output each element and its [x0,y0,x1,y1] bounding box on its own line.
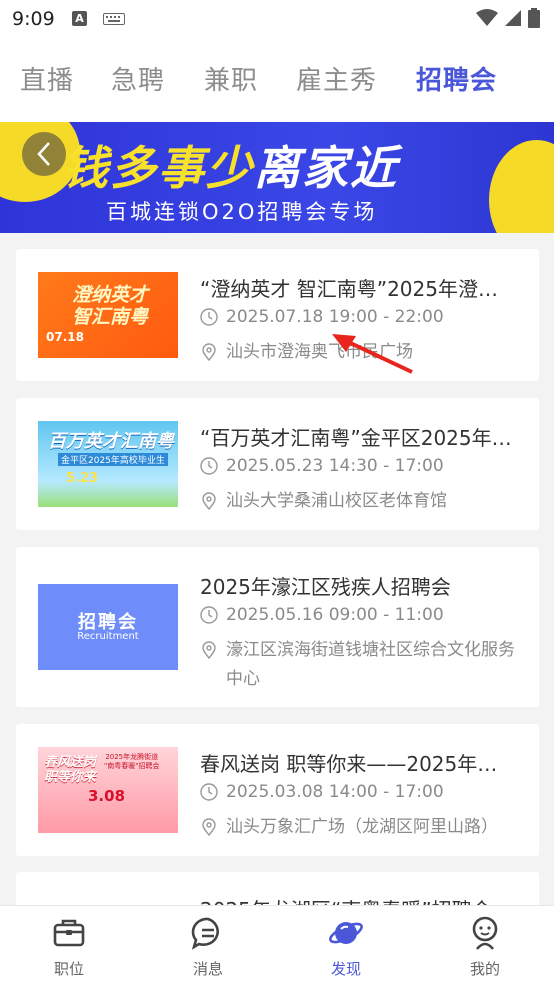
event-card[interactable]: 澄纳英才 智汇南粤 07.18 “澄纳英才 智汇南粤”2025年澄海区… 202… [16,249,539,381]
event-list: 澄纳英才 智汇南粤 07.18 “澄纳英才 智汇南粤”2025年澄海区… 202… [16,249,539,873]
back-button[interactable] [22,132,66,176]
status-time: 9:09 [12,8,55,30]
event-location: 汕头大学桑浦山校区老体育馆 [200,487,530,516]
nav-label: 消息 [192,960,223,978]
event-location: 濠江区滨海街道钱塘社区综合文化服务中心 [200,636,530,694]
nav-jobs[interactable]: 职位 [0,906,138,985]
tab-employer-show[interactable]: 雇主秀 [296,60,377,97]
tab-urgent[interactable]: 急聘 [111,60,165,97]
event-time: 2025.07.18 19:00 - 22:00 [200,307,444,327]
accessibility-a-icon: A [72,11,87,26]
keyboard-icon [103,13,125,25]
event-thumbnail: 春风送岗 职等你来 2025年龙腾街道 "南粤春暖"招聘会 3.08 [38,747,178,833]
wifi-icon [476,9,498,26]
briefcase-icon [53,919,85,947]
event-time: 2025.05.16 09:00 - 11:00 [200,605,444,625]
battery-icon [528,8,540,28]
event-time: 2025.03.08 14:00 - 17:00 [200,782,444,802]
banner-headline: 钱多事少离家近 [62,141,398,195]
event-title: “澄纳英才 智汇南粤”2025年澄海区… [200,277,516,301]
event-thumbnail: 招聘会 Recruitment [38,584,178,670]
signal-icon [505,10,521,26]
event-card[interactable]: 百万英才汇南粤 金平区2025年高校毕业生 5.23 “百万英才汇南粤”金平区2… [16,398,539,530]
event-thumbnail: 澄纳英才 智汇南粤 07.18 [38,272,178,358]
clock-icon [200,308,218,326]
banner-decoration [489,140,554,233]
event-location: 汕头市澄海奥飞市民广场 [200,338,530,367]
location-pin-icon [202,343,216,361]
status-bar: 9:09 A [0,0,554,38]
nav-profile[interactable]: 我的 [416,906,554,985]
event-time: 2025.05.23 14:30 - 17:00 [200,456,444,476]
clock-icon [200,783,218,801]
profile-icon [472,916,498,950]
event-title: “百万英才汇南粤”金平区2025年… [200,426,512,450]
event-location: 汕头万象汇广场（龙湖区阿里山路） [200,813,530,842]
nav-label: 职位 [53,960,84,978]
nav-discover[interactable]: 发现 [277,906,415,985]
nav-messages[interactable]: 消息 [139,906,277,985]
bottom-navigation: 职位 消息 发现 我的 [0,905,554,985]
event-card[interactable]: 招聘会 Recruitment 2025年濠江区残疾人招聘会 2025.05.1… [16,547,539,707]
clock-icon [200,457,218,475]
tab-live[interactable]: 直播 [20,60,74,97]
location-pin-icon [202,818,216,836]
planet-icon [329,922,363,944]
location-pin-icon [202,492,216,510]
category-tabs: 直播 急聘 兼职 雇主秀 招聘会 [0,38,554,122]
nav-label: 发现 [330,960,361,978]
nav-label: 我的 [469,960,500,978]
clock-icon [200,606,218,624]
event-card[interactable]: 春风送岗 职等你来 2025年龙腾街道 "南粤春暖"招聘会 3.08 春风送岗 … [16,724,539,856]
event-title: 春风送岗 职等你来——2025年… [200,752,498,776]
chevron-left-icon [37,142,50,166]
tab-job-fair[interactable]: 招聘会 [416,60,497,97]
message-icon [191,917,219,950]
location-pin-icon [202,641,216,659]
event-title: 2025年濠江区残疾人招聘会 [200,575,451,599]
tab-part-time[interactable]: 兼职 [204,60,258,97]
event-thumbnail: 百万英才汇南粤 金平区2025年高校毕业生 5.23 [38,421,178,507]
promo-banner[interactable]: 钱多事少离家近 百城连锁O2O招聘会专场 [0,122,554,233]
banner-subtitle: 百城连锁O2O招聘会专场 [106,200,378,224]
